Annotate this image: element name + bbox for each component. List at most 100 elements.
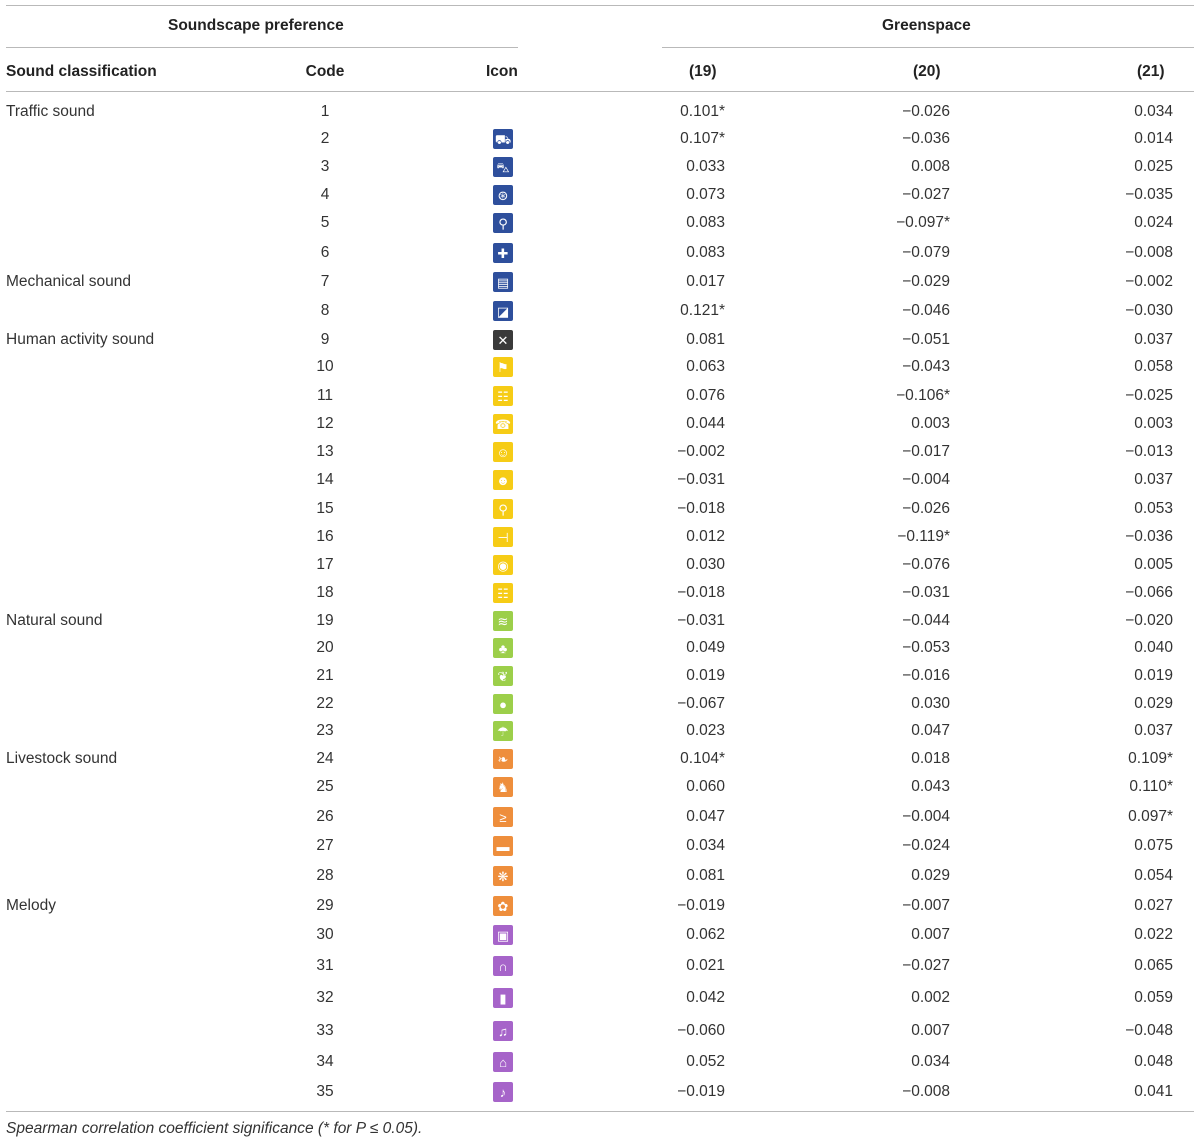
table-row: Traffic sound 1 0.101* −0.026 0.034: [0, 98, 1200, 126]
table-row: 33 −0.060 0.007 −0.048 ♫: [0, 1017, 1200, 1045]
value-20-cell: 0.003: [911, 415, 950, 432]
value-20-cell: 0.029: [911, 867, 950, 884]
value-19-cell: 0.019: [686, 667, 725, 684]
value-20-cell: 0.043: [911, 778, 950, 795]
code-cell: 2: [320, 130, 330, 147]
value-21-cell: 0.034: [1134, 103, 1173, 120]
table-row: 17 0.030 −0.076 0.005 ◉: [0, 551, 1200, 579]
value-19-cell: 0.042: [686, 989, 725, 1006]
value-20-cell: −0.017: [902, 443, 950, 460]
value-21-cell: −0.035: [1125, 186, 1173, 203]
value-20-cell: 0.008: [911, 158, 950, 175]
header-bottom-rule: [6, 91, 1194, 92]
table-row: Melody 29 −0.019 −0.007 0.027 ✿: [0, 892, 1200, 920]
value-20-cell: −0.036: [902, 130, 950, 147]
tree-icon: ♣: [493, 638, 513, 658]
sound-classification-cell: Melody: [6, 897, 56, 914]
group-rule-left: [6, 47, 518, 48]
value-19-cell: 0.062: [686, 926, 725, 943]
table-row: 18 −0.018 −0.031 −0.066 ☷: [0, 579, 1200, 607]
table-row: 6 0.083 −0.079 −0.008 ✚: [0, 239, 1200, 267]
value-20-cell: −0.004: [902, 471, 950, 488]
table-row: 8 0.121* −0.046 −0.030 ◪: [0, 297, 1200, 325]
value-19-cell: 0.034: [686, 837, 725, 854]
sound-classification-cell: Mechanical sound: [6, 273, 131, 290]
insect-icon: ❋: [493, 866, 513, 886]
frog-icon: ✿: [493, 896, 513, 916]
table-row: 35 −0.019 −0.008 0.041 ♪: [0, 1078, 1200, 1106]
value-19-cell: 0.076: [686, 387, 725, 404]
table-row: 32 0.042 0.002 0.059 ▮: [0, 984, 1200, 1012]
code-cell: 17: [316, 556, 334, 573]
value-21-cell: 0.037: [1134, 722, 1173, 739]
excavator-icon: ◪: [493, 301, 513, 321]
code-cell: 3: [320, 158, 330, 175]
col-header-code: Code: [305, 63, 345, 80]
code-cell: 24: [316, 750, 334, 767]
code-cell: 4: [320, 186, 330, 203]
table-row: 11 0.076 −0.106* −0.025 ☷: [0, 382, 1200, 410]
value-20-cell: −0.027: [902, 957, 950, 974]
value-21-cell: 0.019: [1134, 667, 1173, 684]
table-row: 23 0.023 0.047 0.037 ☂: [0, 717, 1200, 745]
machine-icon: ▤: [493, 272, 513, 292]
value-21-cell: 0.029: [1134, 695, 1173, 712]
code-cell: 33: [316, 1022, 334, 1039]
child-icon: ☺: [493, 442, 513, 462]
code-cell: 7: [320, 273, 330, 290]
code-cell: 14: [316, 471, 334, 488]
value-19-cell: 0.049: [686, 639, 725, 656]
code-cell: 6: [320, 244, 330, 261]
group-rule-right: [662, 47, 1194, 48]
value-21-cell: 0.005: [1134, 556, 1173, 573]
ambulance-icon: ✚: [493, 243, 513, 263]
value-19-cell: 0.060: [686, 778, 725, 795]
table-row: 26 0.047 −0.004 0.097* ≥: [0, 803, 1200, 831]
table-row: Livestock sound 24 0.104* 0.018 0.109* ❧: [0, 745, 1200, 773]
value-21-cell: 0.109*: [1128, 750, 1173, 767]
value-20-cell: −0.076: [902, 556, 950, 573]
value-20-cell: −0.043: [902, 358, 950, 375]
value-19-cell: 0.101*: [680, 103, 725, 120]
table-row: 13 −0.002 −0.017 −0.013 ☺: [0, 438, 1200, 466]
water-drop-icon: ●: [493, 694, 513, 714]
value-21-cell: −0.025: [1125, 387, 1173, 404]
value-19-cell: 0.083: [686, 214, 725, 231]
value-19-cell: 0.012: [686, 528, 725, 545]
table-row: Mechanical sound 7 0.017 −0.029 −0.002 ▤: [0, 268, 1200, 296]
value-20-cell: −0.026: [902, 500, 950, 517]
code-cell: 28: [316, 867, 334, 884]
code-cell: 1: [320, 103, 330, 120]
col-header-sound-classification: Sound classification: [6, 63, 157, 80]
tractor-icon: ⛟: [493, 129, 513, 149]
baby-icon: ☻: [493, 470, 513, 490]
value-21-cell: 0.058: [1134, 358, 1173, 375]
footsteps-icon: ◉: [493, 555, 513, 575]
group-header-soundscape: Soundscape preference: [168, 17, 344, 34]
car-icon: ⛍: [493, 157, 513, 177]
table-row: 25 0.060 0.043 0.110* ♞: [0, 773, 1200, 801]
value-21-cell: 0.040: [1134, 639, 1173, 656]
code-cell: 16: [316, 528, 334, 545]
sound-classification-cell: Natural sound: [6, 612, 103, 629]
code-cell: 35: [316, 1083, 334, 1100]
bottom-rule: [6, 1111, 1194, 1112]
crowd-icon: ☷: [493, 386, 513, 406]
code-cell: 15: [316, 500, 334, 517]
code-cell: 34: [316, 1053, 334, 1070]
value-21-cell: 0.053: [1134, 500, 1173, 517]
bell-icon: ⌂: [493, 1052, 513, 1072]
table-row: 5 0.083 −0.097* 0.024 ⚲: [0, 209, 1200, 237]
value-19-cell: 0.063: [686, 358, 725, 375]
code-cell: 25: [316, 778, 334, 795]
wind-icon: ≋: [493, 611, 513, 631]
value-20-cell: 0.047: [911, 722, 950, 739]
value-21-cell: −0.030: [1125, 302, 1173, 319]
table-row: 14 −0.031 −0.004 0.037 ☻: [0, 466, 1200, 494]
value-19-cell: 0.083: [686, 244, 725, 261]
table-row: 15 −0.018 −0.026 0.053 ⚲: [0, 495, 1200, 523]
code-cell: 19: [316, 612, 334, 629]
value-20-cell: 0.007: [911, 926, 950, 943]
group-header-greenspace: Greenspace: [882, 17, 971, 34]
value-20-cell: −0.027: [902, 186, 950, 203]
